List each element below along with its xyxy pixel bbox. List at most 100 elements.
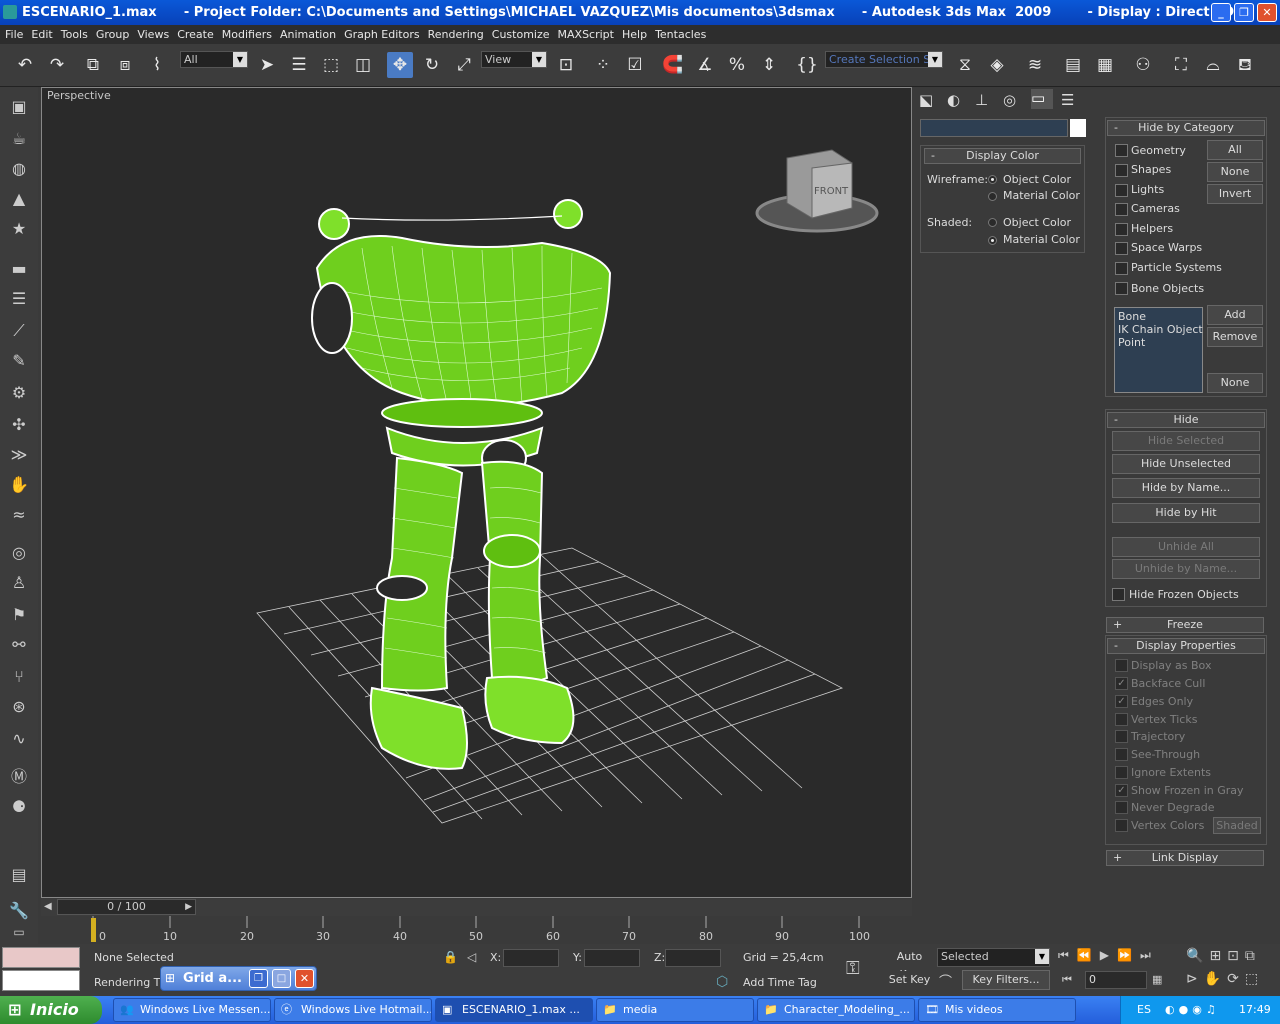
select-manipulate-icon[interactable]: ⁘	[590, 52, 616, 78]
add-button[interactable]: Add	[1207, 305, 1263, 325]
key-icon[interactable]: ⚿	[846, 958, 860, 979]
minibar-icon[interactable]: ▭	[7, 920, 31, 944]
create-box-icon[interactable]: ▣	[7, 95, 31, 119]
select-link-icon[interactable]: ⧉	[80, 52, 106, 78]
fov-icon[interactable]: ⊳	[1186, 971, 1204, 987]
menu-maxscript[interactable]: MAXScript	[553, 25, 617, 44]
trajectory-checkbox[interactable]	[1115, 730, 1128, 743]
set-key-button[interactable]: Set Key	[886, 971, 933, 991]
display-as-box-checkbox[interactable]	[1115, 659, 1128, 672]
add-time-tag-text[interactable]: Add Time Tag	[743, 976, 817, 989]
time-slider-thumb[interactable]: 0 / 100 ▶	[57, 899, 196, 915]
time-tag-icon[interactable]: ⬡	[716, 974, 728, 990]
language-indicator[interactable]: ES	[1137, 996, 1151, 1024]
y-coordinate-field[interactable]	[584, 949, 640, 967]
geometry-checkbox[interactable]	[1115, 144, 1128, 157]
task-media[interactable]: 📁 media	[596, 998, 754, 1022]
quick-render-icon[interactable]: ⛾	[1232, 52, 1258, 78]
ik-icon[interactable]: ⑂	[7, 665, 31, 689]
align-icon[interactable]: ◈	[984, 52, 1010, 78]
menu-modifiers[interactable]: Modifiers	[217, 25, 275, 44]
fish-icon[interactable]: ≫	[7, 443, 31, 467]
z-coordinate-field[interactable]	[665, 949, 721, 967]
hide-unselected-button[interactable]: Hide Unselected	[1112, 454, 1260, 474]
teapot-icon[interactable]: ☕	[7, 127, 31, 151]
create-tab-icon[interactable]: ⬕	[919, 91, 941, 111]
task-messenger[interactable]: 👥 Windows Live Messen...	[113, 998, 271, 1022]
rectangular-selection-icon[interactable]: ⬚	[318, 52, 344, 78]
backface-cull-checkbox[interactable]: ✓	[1115, 677, 1128, 690]
maxscript-listener-white[interactable]	[2, 970, 80, 991]
maxscript-listener-pink[interactable]	[2, 947, 80, 968]
menu-tentacles[interactable]: Tentacles	[650, 25, 709, 44]
restore-icon[interactable]: ❐	[249, 969, 268, 988]
vertex-colors-checkbox[interactable]	[1115, 819, 1128, 832]
select-move-icon[interactable]: ✥	[387, 52, 413, 78]
maximize-viewport-icon[interactable]: ⬚	[1245, 971, 1264, 987]
pivot-center-icon[interactable]: ⊡	[553, 52, 579, 78]
menu-help[interactable]: Help	[617, 25, 650, 44]
link-display-header[interactable]: + Link Display	[1106, 850, 1264, 866]
go-to-end-icon[interactable]: ⏭	[1140, 948, 1159, 962]
bind-space-warp-icon[interactable]: ⌇	[144, 52, 170, 78]
character-mesh[interactable]	[311, 199, 612, 770]
bones-icon[interactable]: ⚯	[7, 633, 31, 657]
shaded-material-color-radio[interactable]	[988, 236, 997, 245]
modify-tab-icon[interactable]: ◐	[947, 91, 969, 111]
space-warps-checkbox[interactable]	[1115, 242, 1128, 255]
list-item[interactable]: Bone	[1118, 310, 1146, 323]
task-character-modeling[interactable]: 📁 Character_Modeling_...	[757, 998, 915, 1022]
display-panel-icon[interactable]: ▤	[7, 863, 31, 887]
hide-selected-button[interactable]: Hide Selected	[1112, 431, 1260, 451]
schematic-view-icon[interactable]: ▦	[1092, 52, 1118, 78]
hide-header[interactable]: - Hide	[1107, 412, 1265, 428]
prev-frame-icon[interactable]: ◀	[44, 901, 52, 912]
wireframe-object-color-radio[interactable]	[988, 175, 997, 184]
menu-rendering[interactable]: Rendering	[423, 25, 487, 44]
edges-only-checkbox[interactable]: ✓	[1115, 695, 1128, 708]
utility-icon[interactable]: ⚈	[7, 795, 31, 819]
minimize-button[interactable]: _	[1211, 3, 1231, 22]
absolute-mode-icon[interactable]: ◁	[467, 950, 476, 964]
hide-by-hit-button[interactable]: Hide by Hit	[1112, 503, 1260, 523]
messenger-tray-icon[interactable]: ●	[1179, 1003, 1193, 1016]
mirror-icon[interactable]: ⧖	[952, 52, 978, 78]
unhide-by-name-button[interactable]: Unhide by Name...	[1112, 559, 1260, 579]
curve-editor-icon[interactable]: ▤	[1060, 52, 1086, 78]
task-3dsmax[interactable]: ▣ ESCENARIO_1.max ...	[435, 998, 593, 1022]
display-tab-icon[interactable]: ▭	[1031, 89, 1053, 109]
menu-file[interactable]: File	[0, 25, 26, 44]
utilities-tab-icon[interactable]: ☰	[1061, 91, 1083, 111]
menu-group[interactable]: Group	[91, 25, 133, 44]
show-frozen-in-gray-checkbox[interactable]: ✓	[1115, 784, 1128, 797]
display-color-header[interactable]: - Display Color	[924, 148, 1081, 164]
layer-manager-icon[interactable]: ≋	[1022, 52, 1048, 78]
list-item[interactable]: IK Chain Object	[1118, 323, 1203, 336]
ignore-extents-checkbox[interactable]	[1115, 766, 1128, 779]
bone-icon[interactable]: ⟋	[7, 319, 31, 343]
menu-views[interactable]: Views	[132, 25, 172, 44]
key-mode-toggle-icon[interactable]: ⏮	[1062, 973, 1072, 987]
task-hotmail[interactable]: ⓔ Windows Live Hotmail...	[274, 998, 432, 1022]
remove-button[interactable]: Remove	[1207, 327, 1263, 347]
see-through-checkbox[interactable]	[1115, 748, 1128, 761]
selection-filter-dropdown[interactable]: All ▼	[180, 51, 248, 68]
hide-by-category-header[interactable]: - Hide by Category	[1107, 120, 1265, 136]
maximize-icon[interactable]: □	[272, 969, 291, 988]
time-slider[interactable]: ◀ 0 / 100 ▶	[41, 899, 912, 916]
select-object-icon[interactable]: ➤	[254, 52, 280, 78]
all-button[interactable]: All	[1207, 140, 1263, 160]
cone-icon[interactable]: ▲	[7, 187, 31, 211]
zoom-extents-all-icon[interactable]: ⧉	[1245, 948, 1261, 964]
cameras-checkbox[interactable]	[1115, 203, 1128, 216]
reactor-icon[interactable]: ⊛	[7, 695, 31, 719]
invert-button[interactable]: Invert	[1207, 184, 1263, 204]
zoom-icon[interactable]: 🔍	[1186, 948, 1209, 964]
reference-coordinate-dropdown[interactable]: View ▼	[481, 51, 547, 68]
start-button[interactable]: ⊞ Inicio	[0, 996, 102, 1024]
hide-by-name-button[interactable]: Hide by Name...	[1112, 478, 1260, 498]
key-mode-dropdown[interactable]: Selected ▼	[937, 948, 1050, 967]
percent-snap-icon[interactable]: %	[724, 52, 750, 78]
menu-tools[interactable]: Tools	[56, 25, 91, 44]
transform-icon[interactable]: ✣	[7, 413, 31, 437]
